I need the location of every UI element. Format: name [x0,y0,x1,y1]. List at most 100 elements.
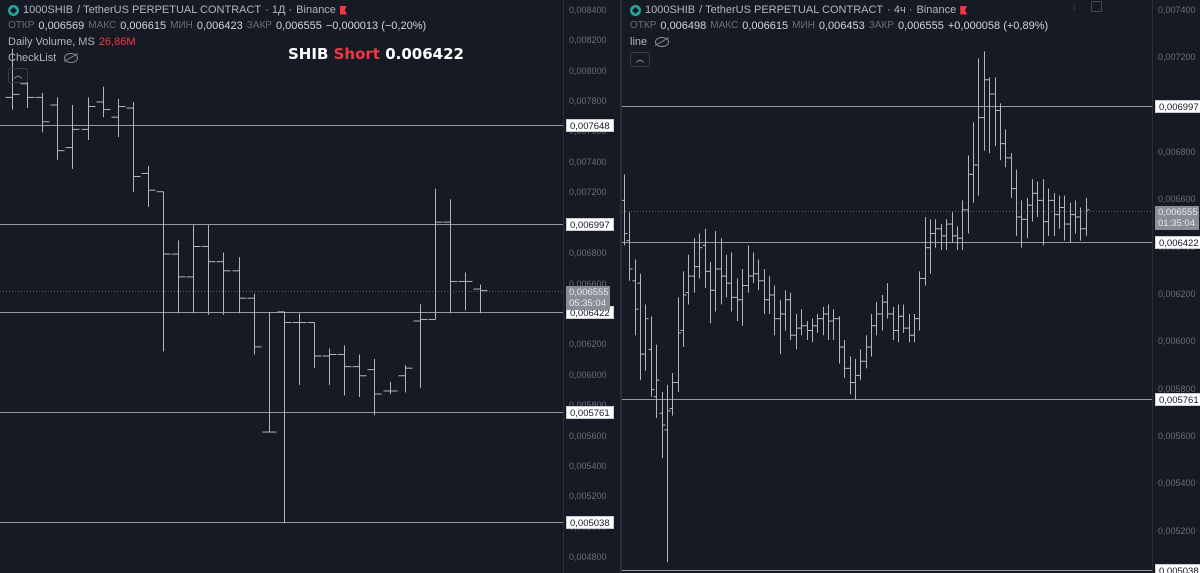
daily-price-scale[interactable]: 0,0084000,0082000,0080000,0078000,007600… [563,0,620,573]
ohlc-bar [648,316,655,397]
line-indicator-label[interactable]: line [630,34,647,50]
4h-price-scale[interactable]: 0,0074000,0072000,0070000,0068000,006600… [1152,0,1200,573]
ohlc-bar [413,304,428,388]
ohlc-bar [809,318,816,343]
ohlc-bar [292,313,307,385]
ohlc-bar [322,348,337,385]
shib-diamond-logo-icon [630,4,641,16]
open-value: 0,006569 [38,20,85,32]
ohlc-bar [337,345,352,396]
high-value: 0,006615 [120,20,167,32]
ohlc-bar [443,199,458,314]
red-flag-icon[interactable] [960,5,968,15]
symbol-name[interactable]: 1000SHIB [645,2,695,18]
4h-chart-pane[interactable]: 1000SHIB / TetherUS PERPETUAL CONTRACT ·… [622,0,1200,573]
ohlc-bar [96,86,111,118]
daily-ohlc-chart[interactable] [0,0,563,573]
ohlc-bar [825,304,832,340]
ohlc-bar [383,381,398,395]
ohlc-bar [702,228,709,288]
ohlc-bar [691,238,698,293]
daily-legend: 1000SHIB / TetherUS PERPETUAL CONTRACT ·… [8,2,426,83]
high-value: 0,006615 [742,20,789,32]
price-tick-label: 0,007400 [569,156,607,167]
ohlc-bar [632,259,639,336]
ohlc-bar [680,271,687,348]
trade-idea-title: SHIB Short 0.006422 [288,45,464,63]
volume-value: 26,86M [98,36,136,48]
ohlc-bar [895,304,902,343]
ohlc-bar [863,335,870,369]
ohlc-bar [1008,153,1015,199]
pair-name[interactable]: / TetherUS PERPETUAL CONTRACT [699,2,883,18]
maximize-icon[interactable] [1091,1,1102,12]
daily-ohlc-row: ОТКР 0,006569 МАКС 0,006615 МИН 0,006423 ЗА… [8,18,426,34]
ohlc-bar [1029,179,1036,222]
symbol-name[interactable]: 1000SHIB [23,2,73,18]
ohlc-bar [1013,169,1020,236]
ohlc-bar [857,349,864,381]
ohlc-bar [171,240,186,314]
ohlc-bar [997,103,1004,161]
ohlc-bar [1061,195,1068,241]
ohlc-bar [965,155,972,234]
low-label: МИН [792,20,815,31]
ohlc-bar [793,313,800,350]
ohlc-bar [669,373,676,416]
ohlc-bar [992,77,999,146]
level-price-label: 0,006997 [1155,99,1200,113]
price-tick-label: 0,006800 [1158,147,1196,158]
close-value: 0,006555 [897,20,944,32]
price-tick-label: 0,008000 [569,65,607,76]
change-value: −0,000013 (−0,20%) [325,20,427,32]
4h-chart-plot[interactable]: 1000SHIB / TetherUS PERPETUAL CONTRACT ·… [622,0,1152,573]
eye-hidden-icon[interactable] [655,37,670,47]
current-price-value: 0,006555 [1158,206,1198,218]
4h-symbol-row[interactable]: 1000SHIB / TetherUS PERPETUAL CONTRACT ·… [630,2,1048,18]
ohlc-bar [126,101,141,192]
ohlc-bar [755,259,762,291]
price-tick-label: 0,005200 [1158,525,1196,536]
change-value: +0,000058 (+0,89%) [947,20,1049,32]
ohlc-bar [777,299,784,355]
high-label: МАКС [710,20,739,31]
ohlc-bar [981,51,988,151]
daily-symbol-row[interactable]: 1000SHIB / TetherUS PERPETUAL CONTRACT ·… [8,2,426,18]
chevron-up-icon[interactable]: ︿ [630,51,650,67]
ohlc-bar [398,365,413,393]
ohlc-bar [986,77,993,154]
price-tick-label: 0,004800 [569,552,607,563]
line-indicator-row[interactable]: line [630,34,1048,50]
title-symbol: SHIB [288,45,329,63]
ohlc-bar [1083,198,1090,236]
low-value: 0,006453 [818,20,865,32]
red-flag-icon[interactable] [339,5,347,15]
current-price-label: 0,006555 01:35:04 [1155,205,1199,230]
ohlc-bar [653,344,660,418]
daily-chart-pane[interactable]: 1000SHIB / TetherUS PERPETUAL CONTRACT ·… [0,0,620,573]
ohlc-bar [664,384,671,563]
interval-label[interactable]: · 4ч · [887,2,912,18]
arrow-down-icon[interactable]: ↓ [1072,1,1078,13]
ohlc-bar [307,322,322,369]
interval-label[interactable]: · 1Д · [265,2,292,18]
title-price: 0.006422 [385,45,464,63]
eye-hidden-icon[interactable] [64,53,79,63]
ohlc-bar [352,354,367,398]
level-price-label: 0,006422 [1155,235,1200,249]
pair-name[interactable]: / TetherUS PERPETUAL CONTRACT [77,2,261,18]
volume-label[interactable]: Daily Volume, MS [8,34,95,50]
exchange-name[interactable]: Binance [916,2,956,18]
checklist-label[interactable]: CheckList [8,50,56,66]
bar-countdown: 05:35:04 [569,297,606,309]
exchange-name[interactable]: Binance [296,2,336,18]
ohlc-bar [50,97,65,160]
bar-countdown: 01:35:04 [1158,217,1195,229]
ohlc-bar [622,174,628,246]
4h-ohlc-chart[interactable] [622,0,1152,573]
level-price-label: 0,006997 [566,217,614,231]
chevron-up-icon[interactable]: ︿ [8,67,28,83]
open-label: ОТКР [8,20,35,31]
daily-chart-plot[interactable]: 1000SHIB / TetherUS PERPETUAL CONTRACT ·… [0,0,563,573]
ohlc-bar [659,391,666,459]
